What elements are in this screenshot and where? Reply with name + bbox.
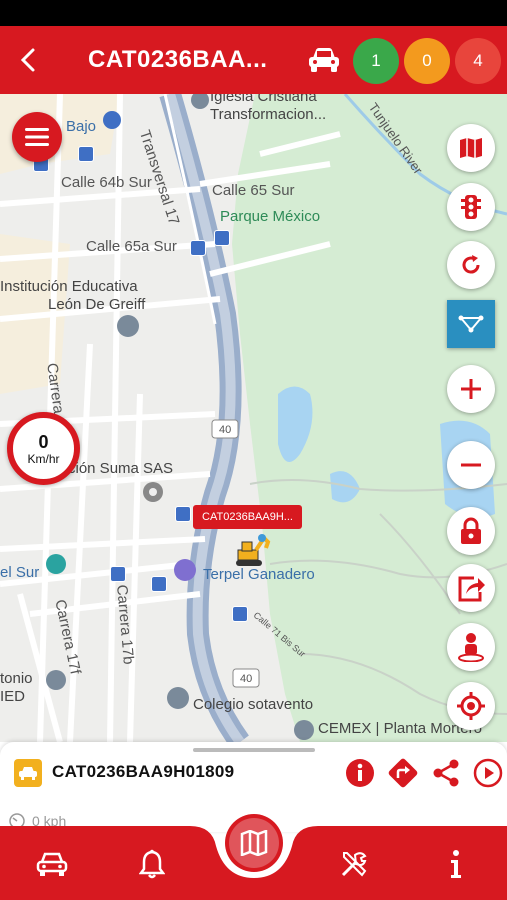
info-icon bbox=[346, 759, 374, 787]
status-count-orange[interactable]: 0 bbox=[404, 38, 450, 84]
vehicle-title: CAT0236BAA... bbox=[88, 46, 268, 73]
nav-map[interactable] bbox=[225, 814, 283, 872]
bell-icon bbox=[139, 849, 165, 879]
vehicle-id: CAT0236BAA9H01809 bbox=[52, 762, 235, 781]
menu-button[interactable] bbox=[12, 112, 62, 162]
lock-button[interactable] bbox=[447, 507, 495, 555]
speed-value: 0 bbox=[38, 431, 49, 452]
street-view-button[interactable] bbox=[447, 623, 495, 671]
traffic-light-icon bbox=[461, 195, 481, 219]
road-shield-label: 40 bbox=[240, 673, 253, 685]
map-label: Calle 65a Sur bbox=[86, 238, 177, 255]
map-icon bbox=[240, 830, 268, 856]
map-label: Bajo bbox=[66, 118, 97, 135]
geofence-button[interactable] bbox=[447, 300, 495, 348]
status-bar bbox=[0, 0, 507, 26]
status-count-green[interactable]: 1 bbox=[353, 38, 399, 84]
car-icon bbox=[19, 767, 37, 780]
geofence-icon bbox=[458, 315, 484, 333]
map-label: IED bbox=[0, 688, 26, 705]
nav-alerts[interactable] bbox=[130, 844, 174, 884]
car-icon bbox=[309, 48, 339, 72]
sheet-drag-handle[interactable] bbox=[193, 748, 315, 752]
map-label: Institución Educativa bbox=[0, 278, 138, 295]
share-button[interactable] bbox=[429, 756, 463, 790]
map-label: Transformacion... bbox=[210, 106, 327, 123]
speed-unit: Km/hr bbox=[27, 451, 60, 466]
tools-icon bbox=[341, 852, 367, 877]
bus-stop-icon bbox=[175, 506, 191, 522]
app-header: CAT0236BAA... 1 0 4 bbox=[0, 26, 507, 94]
bus-stop-icon bbox=[151, 576, 167, 592]
map-layers-button[interactable] bbox=[447, 124, 495, 172]
map-label: León De Greiff bbox=[48, 296, 146, 313]
bottom-navigation bbox=[0, 814, 507, 900]
person-pin-icon bbox=[458, 633, 484, 662]
map-label: Calle 65 Sur bbox=[212, 182, 295, 199]
map-label: el Sur bbox=[0, 564, 40, 581]
back-button[interactable] bbox=[0, 26, 56, 94]
bus-stop-icon bbox=[214, 230, 230, 246]
share-icon bbox=[433, 759, 459, 787]
my-location-button[interactable] bbox=[447, 682, 495, 730]
playback-button[interactable] bbox=[471, 756, 505, 790]
map-label: Colegio sotavento bbox=[193, 696, 314, 713]
play-icon bbox=[473, 758, 503, 788]
directions-button[interactable] bbox=[386, 756, 420, 790]
nav-vehicles[interactable] bbox=[30, 844, 74, 884]
info-button[interactable] bbox=[343, 756, 377, 790]
map-label: tonio bbox=[0, 670, 33, 687]
info-icon bbox=[451, 850, 461, 878]
chevron-left-icon bbox=[20, 48, 35, 72]
refresh-button[interactable] bbox=[447, 241, 495, 289]
zoom-in-button[interactable] bbox=[447, 365, 495, 413]
speed-gauge: 0 Km/hr bbox=[7, 412, 80, 485]
plus-icon bbox=[461, 379, 481, 399]
hamburger-icon bbox=[25, 128, 49, 146]
road-shield-label: 40 bbox=[219, 424, 232, 436]
traffic-button[interactable] bbox=[447, 183, 495, 231]
map-label: Parque México bbox=[220, 208, 321, 225]
vehicle-button[interactable] bbox=[304, 43, 344, 77]
minus-icon bbox=[461, 463, 481, 467]
status-count-red[interactable]: 4 bbox=[455, 38, 501, 84]
car-icon bbox=[36, 852, 68, 876]
map-label: Iglesia Cristiana bbox=[210, 94, 317, 105]
share-location-button[interactable] bbox=[447, 564, 495, 612]
nav-maintenance[interactable] bbox=[332, 844, 376, 884]
crosshair-icon bbox=[457, 692, 485, 720]
bus-stop-icon bbox=[232, 606, 248, 622]
bus-stop-icon bbox=[78, 146, 94, 162]
nav-info[interactable] bbox=[434, 844, 478, 884]
vehicle-map-label[interactable]: CAT0236BAA9H... bbox=[193, 505, 302, 529]
share-box-icon bbox=[458, 576, 485, 602]
zoom-out-button[interactable] bbox=[447, 441, 495, 489]
map-view[interactable]: Bajo Iglesia Cristiana Transformacion...… bbox=[0, 94, 507, 742]
bus-stop-icon bbox=[190, 240, 206, 256]
lock-icon bbox=[461, 517, 481, 544]
map-label: Calle 64b Sur bbox=[61, 174, 152, 191]
vehicle-type-badge bbox=[14, 759, 42, 787]
directions-icon bbox=[388, 758, 418, 788]
bus-stop-icon bbox=[110, 566, 126, 582]
map-label: ción Suma SAS bbox=[68, 460, 174, 477]
refresh-icon bbox=[462, 255, 480, 274]
excavator-marker-icon[interactable] bbox=[232, 532, 272, 570]
map-icon bbox=[460, 138, 482, 158]
